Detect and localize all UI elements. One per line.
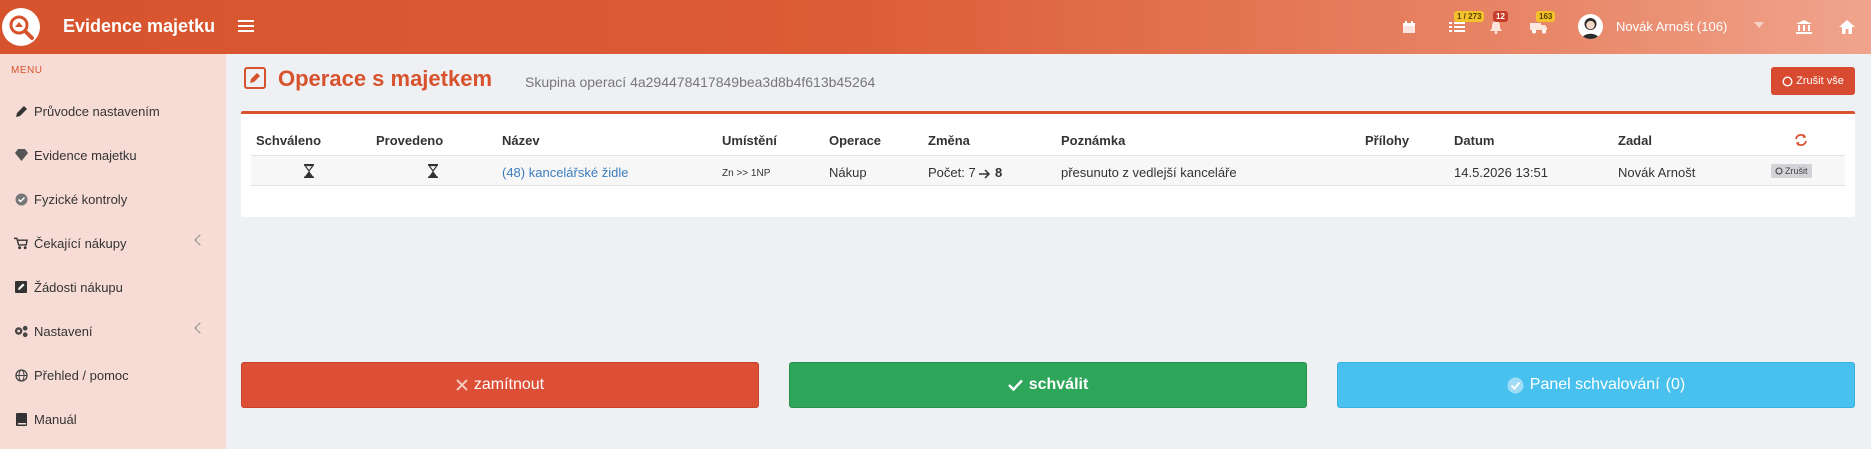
bell-icon[interactable]: 12 bbox=[1485, 11, 1508, 38]
tasks-icon[interactable]: 1 / 273 bbox=[1446, 11, 1485, 38]
column-header[interactable]: Poznámka bbox=[1061, 133, 1125, 148]
sidebar-item-pending-purchases[interactable]: Čekající nákupy bbox=[0, 223, 226, 263]
column-header[interactable]: Schváleno bbox=[256, 133, 321, 148]
sidebar-item-label: Žádosti nákupu bbox=[34, 279, 123, 295]
hourglass-icon bbox=[303, 164, 315, 178]
asset-name-link[interactable]: (48) kancelářské židle bbox=[502, 165, 628, 180]
check-circle-icon bbox=[14, 192, 28, 206]
column-header[interactable]: Změna bbox=[928, 133, 970, 148]
top-navbar: Evidence majetku 1 / 273 12 163 Novák Ar… bbox=[0, 0, 1871, 54]
approval-panel-button[interactable]: Panel schvalování (0) bbox=[1337, 362, 1855, 408]
chevron-down-icon[interactable] bbox=[1754, 22, 1764, 28]
chevron-left-icon bbox=[194, 322, 206, 334]
edit-icon bbox=[244, 67, 266, 89]
approval-panel-label: Panel schvalování bbox=[1529, 376, 1660, 393]
change-to: 8 bbox=[994, 165, 1003, 180]
app-brand[interactable]: Evidence majetku bbox=[63, 16, 215, 37]
home-icon[interactable] bbox=[1836, 16, 1858, 38]
page-title: Operace s majetkem bbox=[278, 66, 493, 91]
calendar-icon[interactable] bbox=[1398, 16, 1420, 38]
sidebar-item-label: Přehled / pomoc bbox=[34, 367, 129, 383]
reject-button[interactable]: zamítnout bbox=[241, 362, 759, 408]
logo-icon[interactable] bbox=[2, 8, 40, 46]
chevron-left-icon bbox=[194, 234, 206, 246]
change-from: Počet: 7 bbox=[928, 165, 976, 180]
column-header[interactable]: Název bbox=[502, 133, 540, 148]
refresh-icon[interactable] bbox=[1794, 133, 1808, 152]
approve-button[interactable]: schválit bbox=[789, 362, 1307, 408]
column-header[interactable]: Umístění bbox=[722, 133, 777, 148]
row-cancel-button[interactable]: Zrušit bbox=[1771, 164, 1812, 178]
page-subtitle: Skupina operací 4a294478417849bea3d8b4f6… bbox=[525, 74, 876, 90]
check-circle-icon bbox=[1507, 377, 1524, 393]
cancel-all-button[interactable]: Zrušit vše bbox=[1771, 67, 1855, 95]
table-header: Schváleno Provedeno Název Umístění Opera… bbox=[241, 133, 1855, 153]
column-header[interactable]: Operace bbox=[829, 133, 881, 148]
sidebar-item-manual[interactable]: Manuál bbox=[0, 399, 226, 439]
user-name[interactable]: Novák Arnošt (106) bbox=[1616, 19, 1727, 34]
transport-badge: 163 bbox=[1536, 11, 1556, 22]
pencil-icon bbox=[14, 104, 28, 118]
edit-square-icon bbox=[14, 280, 28, 294]
book-icon bbox=[14, 412, 28, 426]
sidebar-item-asset-register[interactable]: Evidence majetku bbox=[0, 135, 226, 175]
sidebar-item-physical-checks[interactable]: Fyzické kontroly bbox=[0, 179, 226, 219]
sidebar-item-label: Čekající nákupy bbox=[34, 235, 127, 251]
table-row[interactable]: (48) kancelářské židle Zn >> 1NP Nákup P… bbox=[251, 155, 1845, 186]
note-cell: přesunuto z vedlejší kanceláře bbox=[1061, 165, 1237, 180]
power-icon bbox=[1775, 167, 1783, 175]
diamond-icon bbox=[14, 148, 28, 162]
column-header[interactable]: Datum bbox=[1454, 133, 1494, 148]
sidebar-item-purchase-requests[interactable]: Žádosti nákupu bbox=[0, 267, 226, 307]
globe-icon bbox=[14, 368, 28, 382]
column-header[interactable]: Přílohy bbox=[1365, 133, 1409, 148]
date-cell: 14.5.2026 13:51 bbox=[1454, 165, 1548, 180]
arrow-right-icon bbox=[979, 169, 991, 179]
cart-icon bbox=[14, 236, 28, 250]
hourglass-icon bbox=[427, 164, 439, 178]
row-cancel-label: Zrušit bbox=[1785, 166, 1808, 176]
check-icon bbox=[1007, 379, 1023, 391]
cancel-all-label: Zrušit vše bbox=[1796, 75, 1844, 87]
alerts-badge: 12 bbox=[1493, 11, 1508, 22]
reject-label: zamítnout bbox=[473, 376, 545, 393]
approval-panel-count: (0) bbox=[1665, 376, 1686, 393]
sidebar-item-label: Nastavení bbox=[34, 323, 93, 339]
sidebar-item-settings[interactable]: Nastavení bbox=[0, 311, 226, 351]
truck-icon[interactable]: 163 bbox=[1528, 11, 1556, 38]
sidebar: MENU Průvodce nastavením Evidence majetk… bbox=[0, 54, 226, 449]
power-icon bbox=[1782, 75, 1793, 87]
operations-card: Schváleno Provedeno Název Umístění Opera… bbox=[241, 111, 1855, 217]
column-header[interactable]: Provedeno bbox=[376, 133, 443, 148]
approve-label: schválit bbox=[1028, 376, 1089, 393]
cogs-icon bbox=[14, 324, 28, 338]
change-cell: Počet: 7 8 bbox=[928, 165, 1002, 180]
sidebar-item-label: Evidence majetku bbox=[34, 147, 137, 163]
column-header[interactable]: Zadal bbox=[1618, 133, 1652, 148]
operation-cell: Nákup bbox=[829, 165, 867, 180]
menu-toggle-icon[interactable] bbox=[238, 17, 254, 35]
tasks-badge: 1 / 273 bbox=[1454, 11, 1485, 22]
sidebar-item-overview-help[interactable]: Přehled / pomoc bbox=[0, 355, 226, 395]
close-icon bbox=[456, 379, 468, 391]
sidebar-item-label: Průvodce nastavením bbox=[34, 103, 160, 119]
sidebar-item-label: Manuál bbox=[34, 411, 77, 427]
sidebar-item-label: Fyzické kontroly bbox=[34, 191, 128, 207]
bank-icon[interactable] bbox=[1793, 16, 1815, 38]
avatar[interactable] bbox=[1578, 14, 1603, 39]
location-cell: Zn >> 1NP bbox=[722, 168, 771, 179]
entered-by-cell: Novák Arnošt bbox=[1618, 165, 1696, 180]
sidebar-item-setup-wizard[interactable]: Průvodce nastavením bbox=[0, 91, 226, 131]
menu-title: MENU bbox=[11, 65, 43, 76]
